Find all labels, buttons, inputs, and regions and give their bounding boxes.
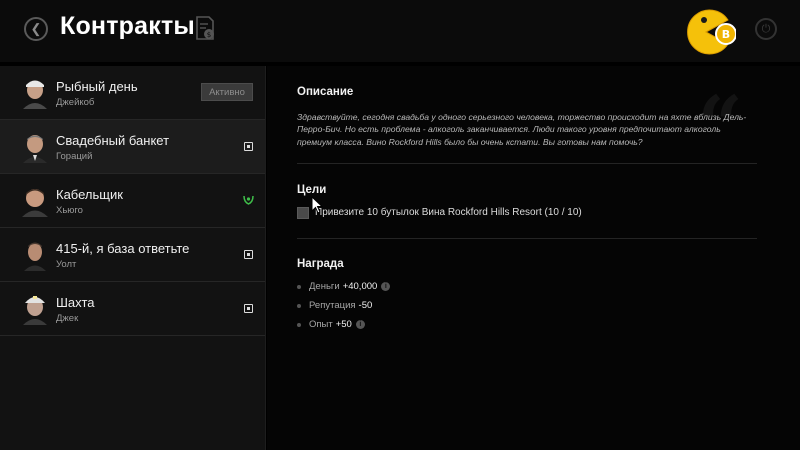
contract-giver: Гораций: [56, 151, 93, 162]
bullet: [297, 303, 301, 308]
description-title: Описание: [297, 86, 354, 98]
square-target-icon: [244, 250, 253, 259]
contract-item[interactable]: Шахта Джек: [0, 282, 265, 336]
reward-label: Репутация: [309, 300, 356, 311]
contract-name: Рыбный день: [56, 79, 138, 94]
divider: [297, 238, 757, 239]
objectives-title: Цели: [297, 184, 327, 196]
contract-item[interactable]: 415-й, я база ответьте Уолт: [0, 228, 265, 282]
contract-giver: Уолт: [56, 259, 77, 270]
contract-giver: Хьюго: [56, 205, 83, 216]
contract-details: “ Описание Здравствуйте, сегодня свадьба…: [267, 66, 800, 450]
avatar: [20, 239, 50, 271]
contract-giver: Джейкоб: [56, 97, 95, 108]
avatar: [20, 293, 50, 325]
info-icon[interactable]: i: [381, 282, 391, 291]
objective-text: Привезите 10 бутылок Вина Rockford Hills…: [315, 207, 582, 218]
active-status-button[interactable]: Активно: [201, 83, 253, 101]
header-bar: ❮ Контракты $ B ⏻: [0, 0, 800, 62]
reward-value: +40,000: [342, 281, 378, 292]
pacman-coin-logo: B: [687, 9, 736, 55]
square-target-icon: [244, 304, 253, 313]
bullet: [297, 322, 301, 327]
svg-text:$: $: [207, 31, 211, 39]
objective-checkbox[interactable]: [297, 207, 309, 219]
avatar: [20, 131, 50, 163]
contract-name: 415-й, я база ответьте: [56, 241, 190, 256]
info-icon[interactable]: i: [355, 320, 365, 329]
square-target-icon: [244, 142, 253, 151]
back-arrow-icon[interactable]: ❮: [24, 17, 48, 41]
bullet: [297, 284, 301, 289]
contract-name: Свадебный банкет: [56, 133, 170, 148]
description-text: Здравствуйте, сегодня свадьба у одного с…: [297, 112, 747, 147]
divider: [297, 163, 757, 164]
contract-giver: Джек: [56, 313, 79, 324]
svg-text:B: B: [722, 28, 730, 41]
reward-item-experience: Опыт +50 i: [297, 319, 365, 330]
mouse-cursor-icon: [311, 196, 323, 214]
avatar: [20, 77, 50, 109]
reward-label: Деньги: [309, 281, 340, 292]
power-icon[interactable]: ⏻: [755, 18, 777, 40]
contract-item[interactable]: Кабельщик Хьюго: [0, 174, 265, 228]
reward-item-reputation: Репутация -50: [297, 300, 372, 311]
reward-label: Опыт: [309, 319, 333, 330]
reward-title: Награда: [297, 258, 344, 270]
contract-document-icon: $: [196, 16, 214, 40]
contract-name: Кабельщик: [56, 187, 123, 202]
green-laurel-icon: [243, 195, 254, 205]
avatar: [20, 185, 50, 217]
reward-item-money: Деньги +40,000 i: [297, 281, 391, 292]
page-title: Контракты: [60, 12, 195, 40]
reward-value: +50: [335, 319, 352, 330]
reward-value: -50: [358, 300, 373, 311]
contract-list: Рыбный день Джейкоб Активно Свадебный ба…: [0, 66, 266, 450]
contract-item-selected[interactable]: Свадебный банкет Гораций: [0, 120, 265, 174]
contract-item[interactable]: Рыбный день Джейкоб Активно: [0, 66, 265, 120]
contract-name: Шахта: [56, 295, 95, 310]
